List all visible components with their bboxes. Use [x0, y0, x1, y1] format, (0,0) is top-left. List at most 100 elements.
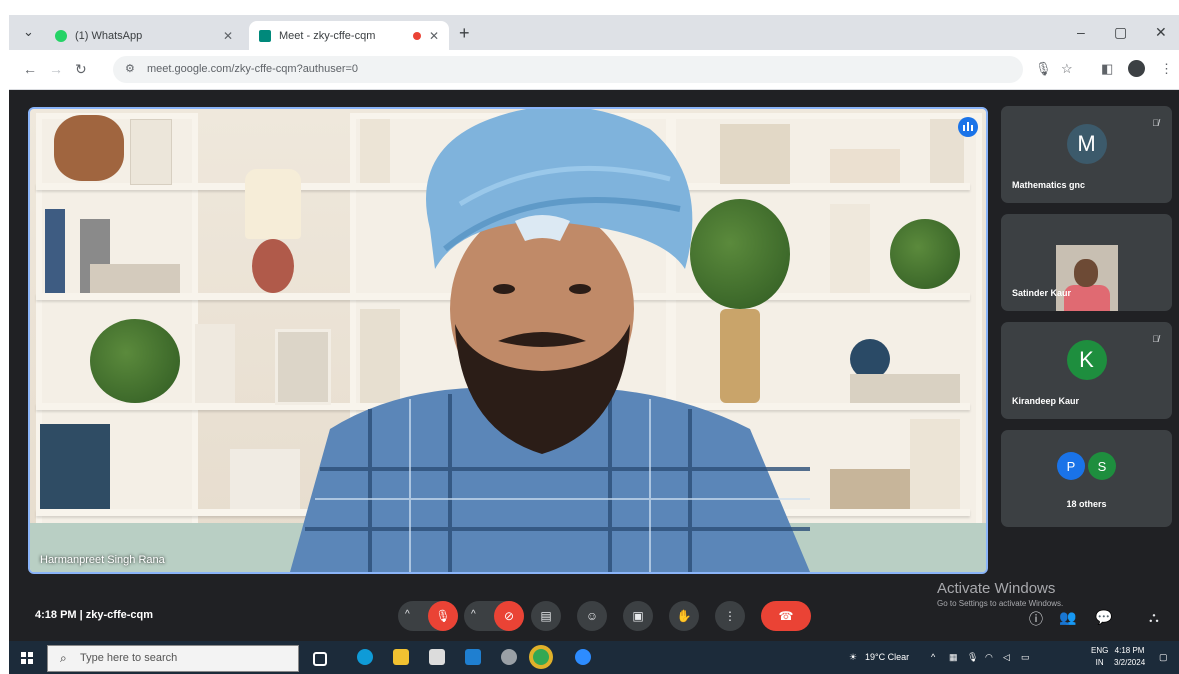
- bookmark-star-icon[interactable]: ☆: [1061, 61, 1073, 77]
- plant: [90, 319, 180, 403]
- reload-icon[interactable]: ↻: [75, 61, 87, 78]
- participant-video: [290, 109, 810, 572]
- more-options-button[interactable]: ⋮: [715, 601, 745, 631]
- avatar: S: [1088, 452, 1116, 480]
- mic-off-button[interactable]: 🎙: [428, 601, 458, 631]
- activate-windows-subtitle: Go to Settings to activate Windows.: [937, 599, 1064, 608]
- activities-icon[interactable]: ⛬: [1149, 609, 1159, 626]
- emoji-button[interactable]: ☺: [577, 601, 607, 631]
- tab-meet[interactable]: Meet - zky-cffe-cqm ✕: [249, 21, 449, 50]
- participant-name: Mathematics gnc: [1012, 180, 1086, 190]
- whatsapp-icon: [55, 29, 67, 42]
- taskbar-clock[interactable]: 4:18 PM 3/2/2024: [1114, 645, 1145, 669]
- site-info-icon[interactable]: ⚙: [125, 62, 135, 75]
- books: [195, 324, 235, 403]
- forward-icon[interactable]: →: [49, 61, 63, 77]
- tab-title: Meet - zky-cffe-cqm: [279, 29, 376, 42]
- tab-search-icon[interactable]: ⌄: [23, 24, 34, 40]
- camera-off-button[interactable]: ⊘: [494, 601, 524, 631]
- participant-name: Kirandeep Kaur: [1012, 396, 1080, 406]
- audio-settings-chevron-icon[interactable]: ^: [405, 609, 410, 620]
- store-icon[interactable]: [429, 649, 445, 665]
- profile-avatar[interactable]: [1128, 60, 1145, 77]
- maximize-button[interactable]: ▢: [1114, 24, 1127, 41]
- windows-start-icon[interactable]: [21, 652, 33, 664]
- minimize-button[interactable]: –: [1077, 24, 1085, 40]
- raise-hand-button[interactable]: ✋: [669, 601, 699, 631]
- decor-basket: [54, 115, 124, 181]
- close-window-button[interactable]: ✕: [1155, 24, 1167, 41]
- camera-control: ^ ⊘: [464, 601, 524, 631]
- clock-date: 3/2/2024: [1114, 658, 1146, 667]
- participant-video: [1056, 245, 1118, 311]
- plant: [890, 219, 960, 289]
- url-text: meet.google.com/zky-cffe-cqm?authuser=0: [147, 63, 359, 75]
- meet-stage: Harmanpreet Singh Rana 🎙̸ M Mathematics …: [9, 90, 1179, 641]
- recording-indicator-icon: [412, 31, 421, 40]
- info-icon[interactable]: ⓘ: [1029, 609, 1043, 629]
- others-tile[interactable]: P S 18 others: [1001, 430, 1172, 527]
- menu-icon[interactable]: ⋮: [1160, 61, 1173, 77]
- wifi-icon[interactable]: ◠: [985, 652, 993, 663]
- avatar: P: [1057, 452, 1085, 480]
- tray-overflow-icon[interactable]: ^: [931, 652, 935, 662]
- participant-tile[interactable]: 🎙̸ K Kirandeep Kaur: [1001, 322, 1172, 419]
- meet-control-bar: 4:18 PM | zky-cffe-cqm ^ 🎙 ^ ⊘ ▤ ☺ ▣ ✋ ⋮…: [9, 571, 1179, 641]
- network-icon[interactable]: ▦: [949, 652, 958, 663]
- main-video-tile[interactable]: Harmanpreet Singh Rana: [28, 107, 988, 574]
- search-placeholder: Type here to search: [80, 652, 178, 664]
- battery-icon[interactable]: ▭: [1021, 652, 1030, 663]
- taskbar-search[interactable]: ⌕ Type here to search: [47, 645, 299, 672]
- mail-icon[interactable]: [465, 649, 481, 665]
- close-icon[interactable]: ✕: [223, 29, 233, 43]
- address-bar[interactable]: ⚙ meet.google.com/zky-cffe-cqm?authuser=…: [113, 56, 1023, 83]
- captions-button[interactable]: ▤: [531, 601, 561, 631]
- language-line1: ENG: [1091, 646, 1109, 655]
- side-panel-icon[interactable]: ◧: [1101, 61, 1113, 77]
- edge-icon[interactable]: [357, 649, 373, 665]
- others-count-label: 18 others: [1066, 499, 1107, 509]
- mic-permission-icon[interactable]: 🎙: [1035, 61, 1052, 77]
- language-line2: IN: [1095, 658, 1104, 667]
- new-tab-button[interactable]: +: [459, 23, 470, 44]
- books: [910, 419, 960, 509]
- avatar: K: [1066, 340, 1107, 380]
- zoom-icon[interactable]: [575, 649, 591, 665]
- avatar: M: [1066, 124, 1107, 164]
- meeting-code: zky-cffe-cqm: [85, 609, 154, 621]
- chat-icon[interactable]: 💬: [1095, 609, 1112, 626]
- volume-icon[interactable]: ◁: [1003, 652, 1010, 663]
- mic-off-icon: 🎙̸: [1152, 334, 1159, 344]
- people-icon[interactable]: 👥: [1059, 609, 1076, 626]
- file-explorer-icon[interactable]: [393, 649, 409, 665]
- app-icon[interactable]: [501, 649, 517, 665]
- activate-windows-title: Activate Windows: [937, 580, 1056, 597]
- weather-icon: ☀: [849, 652, 858, 662]
- browser-window: ⌄ (1) WhatsApp ✕ Meet - zky-cffe-cqm ✕ +…: [9, 15, 1179, 674]
- chrome-icon[interactable]: [533, 649, 549, 665]
- meet-icon: [259, 29, 271, 42]
- mic-off-icon: 🎙̸: [1152, 118, 1159, 128]
- notifications-icon[interactable]: ▢: [1159, 652, 1168, 663]
- mic-tray-icon[interactable]: 🎙: [967, 652, 978, 663]
- speaker-name-label: Harmanpreet Singh Rana: [40, 554, 165, 566]
- books: [90, 264, 180, 293]
- present-button[interactable]: ▣: [623, 601, 653, 631]
- windows-taskbar: ⌕ Type here to search ☀ 19°C Clear ^ ▦ 🎙…: [9, 641, 1179, 674]
- close-icon[interactable]: ✕: [429, 29, 439, 43]
- weather-text[interactable]: 19°C Clear: [865, 652, 909, 662]
- task-view-icon[interactable]: [313, 652, 327, 666]
- tab-whatsapp[interactable]: (1) WhatsApp ✕: [45, 21, 243, 50]
- speaking-indicator-icon: [958, 117, 978, 137]
- participant-tile[interactable]: 🎙̸ M Mathematics gnc: [1001, 106, 1172, 203]
- participant-tile[interactable]: Satinder Kaur: [1001, 214, 1172, 311]
- back-icon[interactable]: ←: [23, 61, 37, 77]
- language-indicator[interactable]: ENG IN: [1091, 645, 1108, 669]
- participant-name: Satinder Kaur: [1012, 288, 1072, 298]
- activate-windows-watermark: Activate Windows Go to Settings to activ…: [937, 580, 1063, 608]
- video-settings-chevron-icon[interactable]: ^: [471, 609, 476, 620]
- meeting-time: 4:18 PM: [35, 609, 77, 621]
- books: [850, 374, 960, 403]
- search-icon: ⌕: [60, 651, 67, 665]
- leave-call-button[interactable]: ☎: [761, 601, 811, 631]
